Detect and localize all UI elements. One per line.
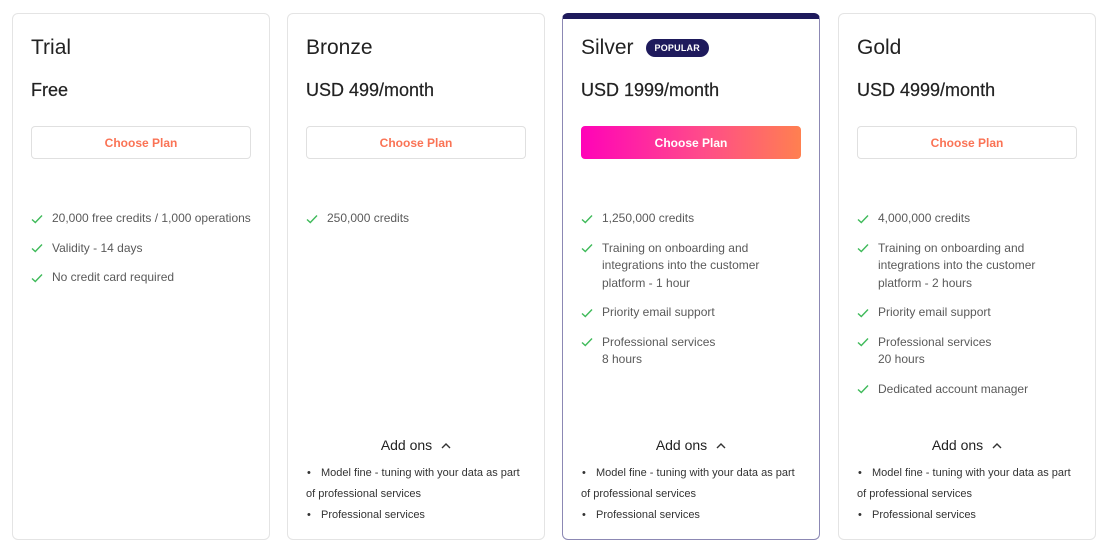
check-icon bbox=[581, 240, 594, 257]
chevron-up-icon bbox=[441, 442, 451, 449]
check-icon bbox=[31, 240, 44, 257]
choose-plan-button[interactable]: Choose Plan bbox=[31, 126, 251, 159]
feature-list: 20,000 free credits / 1,000 operations V… bbox=[31, 210, 251, 299]
feature-item: Training on onboarding and integrations … bbox=[581, 240, 801, 293]
check-icon bbox=[857, 381, 870, 398]
addons-toggle[interactable]: Add ons bbox=[857, 437, 1077, 453]
check-icon bbox=[306, 210, 319, 227]
addons-section: Add ons • Model fine - tuning with your d… bbox=[306, 437, 526, 526]
feature-item: 1,250,000 credits bbox=[581, 210, 801, 228]
feature-item: 20,000 free credits / 1,000 operations bbox=[31, 210, 251, 228]
feature-list: 250,000 credits bbox=[306, 210, 526, 240]
addons-list: • Model fine - tuning with your data as p… bbox=[857, 463, 1077, 526]
feature-item: Professional services 20 hours bbox=[857, 334, 1077, 369]
feature-item: 4,000,000 credits bbox=[857, 210, 1077, 228]
check-icon bbox=[581, 334, 594, 351]
addons-toggle[interactable]: Add ons bbox=[581, 437, 801, 453]
feature-item: 250,000 credits bbox=[306, 210, 526, 228]
choose-plan-button[interactable]: Choose Plan bbox=[306, 126, 526, 159]
plan-card-gold: Gold USD 4999/month Choose Plan 4,000,00… bbox=[838, 13, 1096, 540]
chevron-up-icon bbox=[992, 442, 1002, 449]
check-icon bbox=[857, 304, 870, 321]
check-icon bbox=[581, 210, 594, 227]
check-icon bbox=[31, 269, 44, 286]
plan-card-trial: Trial Free Choose Plan 20,000 free credi… bbox=[12, 13, 270, 540]
plan-price: USD 499/month bbox=[306, 80, 435, 100]
addon-item: • Professional services bbox=[582, 509, 700, 521]
check-icon bbox=[31, 210, 44, 227]
addon-item: • Professional services bbox=[858, 509, 976, 521]
popular-badge: POPULAR bbox=[645, 39, 709, 57]
plan-name: Gold bbox=[857, 36, 902, 59]
plan-price: USD 4999/month bbox=[857, 80, 996, 100]
addon-item: • Model fine - tuning with your data as p… bbox=[306, 467, 520, 500]
plan-name: Bronze bbox=[306, 36, 373, 59]
feature-list: 4,000,000 credits Training on onboarding… bbox=[857, 210, 1077, 410]
check-icon bbox=[857, 334, 870, 351]
feature-item: Priority email support bbox=[581, 304, 801, 322]
plan-price: USD 1999/month bbox=[581, 80, 720, 100]
choose-plan-button[interactable]: Choose Plan bbox=[857, 126, 1077, 159]
addon-item: • Model fine - tuning with your data as p… bbox=[581, 467, 795, 500]
feature-item: Training on onboarding and integrations … bbox=[857, 240, 1077, 293]
addon-item: • Professional services bbox=[307, 509, 425, 521]
feature-item: No credit card required bbox=[31, 269, 251, 287]
feature-item: Dedicated account manager bbox=[857, 381, 1077, 399]
chevron-up-icon bbox=[716, 442, 726, 449]
feature-item: Professional services 8 hours bbox=[581, 334, 801, 369]
check-icon bbox=[581, 304, 594, 321]
check-icon bbox=[857, 210, 870, 227]
addons-toggle[interactable]: Add ons bbox=[306, 437, 526, 453]
addons-list: • Model fine - tuning with your data as p… bbox=[306, 463, 526, 526]
addons-section: Add ons • Model fine - tuning with your d… bbox=[857, 437, 1077, 526]
feature-item: Validity - 14 days bbox=[31, 240, 251, 258]
plan-name: Trial bbox=[31, 36, 72, 59]
plan-price: Free bbox=[31, 80, 69, 100]
plan-card-silver: Silver POPULAR USD 1999/month Choose Pla… bbox=[562, 13, 820, 540]
choose-plan-button[interactable]: Choose Plan bbox=[581, 126, 801, 159]
addons-list: • Model fine - tuning with your data as p… bbox=[581, 463, 801, 526]
check-icon bbox=[857, 240, 870, 257]
plan-card-bronze: Bronze USD 499/month Choose Plan 250,000… bbox=[287, 13, 545, 540]
addon-item: • Model fine - tuning with your data as p… bbox=[857, 467, 1071, 500]
feature-list: 1,250,000 credits Training on onboarding… bbox=[581, 210, 801, 381]
plan-name: Silver POPULAR bbox=[581, 36, 709, 60]
feature-item: Priority email support bbox=[857, 304, 1077, 322]
addons-section: Add ons • Model fine - tuning with your d… bbox=[581, 437, 801, 526]
